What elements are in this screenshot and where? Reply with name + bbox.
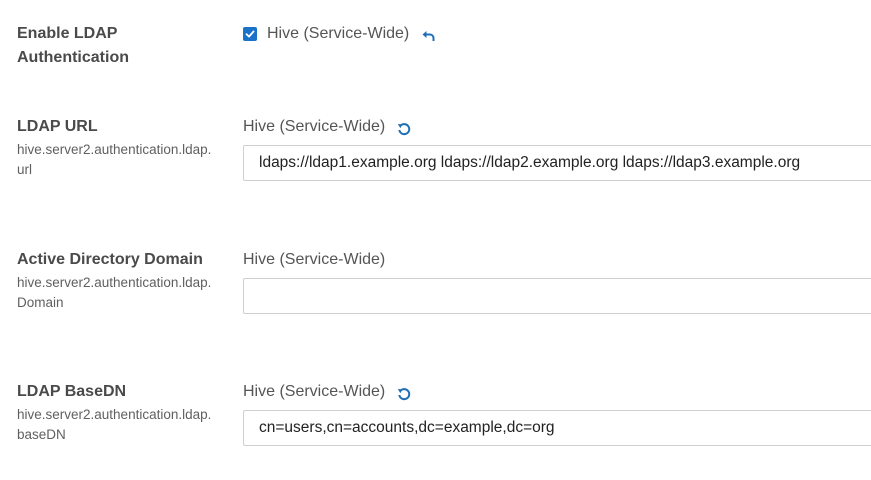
reset-icon[interactable] (397, 385, 411, 401)
ldap-basedn-title: LDAP BaseDN (17, 383, 127, 400)
ad-domain-property-1: hive.server2.authentication.ldap. (17, 275, 212, 290)
ldap-url-label: LDAP URL hive.server2.authentication.lda… (17, 115, 232, 180)
ad-domain-input[interactable] (243, 278, 871, 314)
ldap-url-property-2: url (17, 162, 33, 177)
ldap-basedn-property-1: hive.server2.authentication.ldap. (17, 407, 212, 422)
undo-icon[interactable] (421, 27, 435, 41)
enable-ldap-auth-title-1: Enable LDAP (17, 25, 118, 42)
ldap-url-input[interactable]: ldaps://ldap1.example.org ldaps://ldap2.… (243, 145, 871, 181)
checkmark-icon (245, 30, 255, 38)
ad-domain-label: Active Directory Domain hive.server2.aut… (17, 248, 232, 313)
enable-ldap-auth-label: Enable LDAP Authentication (17, 22, 232, 70)
enable-ldap-auth-checkbox[interactable] (243, 27, 257, 41)
ldap-basedn-property-2: baseDN (17, 427, 66, 442)
reset-icon[interactable] (397, 120, 411, 136)
ldap-basedn-scope: Hive (Service-Wide) (243, 383, 386, 400)
ad-domain-scope: Hive (Service-Wide) (243, 251, 386, 268)
ad-domain-property-2: Domain (17, 295, 64, 310)
ad-domain-value: Hive (Service-Wide) (243, 248, 871, 314)
enable-ldap-auth-title-2: Authentication (17, 49, 129, 66)
ldap-url-property-1: hive.server2.authentication.ldap. (17, 142, 212, 157)
ad-domain-title: Active Directory Domain (17, 251, 203, 268)
ldap-basedn-value: Hive (Service-Wide) cn=users,cn=accounts… (243, 380, 871, 446)
ldap-url-title: LDAP URL (17, 118, 98, 135)
enable-ldap-auth-value: Hive (Service-Wide) (243, 22, 871, 46)
enable-ldap-auth-scope: Hive (Service-Wide) (267, 25, 410, 42)
ldap-basedn-label: LDAP BaseDN hive.server2.authentication.… (17, 380, 232, 445)
ldap-basedn-input[interactable]: cn=users,cn=accounts,dc=example,dc=org (243, 410, 871, 446)
ldap-url-value: Hive (Service-Wide) ldaps://ldap1.exampl… (243, 115, 871, 181)
ldap-url-scope: Hive (Service-Wide) (243, 118, 386, 135)
